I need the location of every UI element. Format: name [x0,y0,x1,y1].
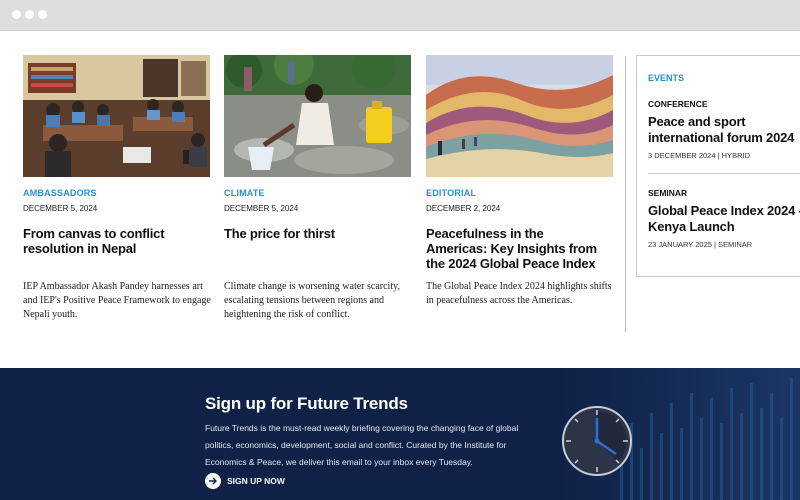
article-title[interactable]: The price for thirst [224,226,411,241]
article-card[interactable]: CLIMATE DECEMBER 5, 2024 The price for t… [224,55,411,320]
article-category[interactable]: AMBASSADORS [23,188,210,198]
event-meta: 3 DECEMBER 2024 | HYBRID [648,151,750,160]
window-dot[interactable] [38,10,47,19]
browser-window: AMBASSADORS DECEMBER 5, 2024 From canvas… [0,0,800,500]
article-date: DECEMBER 2, 2024 [426,204,501,213]
article-image-water[interactable] [224,55,411,177]
article-card[interactable]: EDITORIAL DECEMBER 2, 2024 Peacefulness … [426,55,613,306]
event-type: CONFERENCE [648,99,708,109]
article-date: DECEMBER 5, 2024 [224,204,299,213]
article-category[interactable]: EDITORIAL [426,188,613,198]
article-card[interactable]: AMBASSADORS DECEMBER 5, 2024 From canvas… [23,55,211,320]
event-meta: 23 JANUARY 2025 | SEMINAR [648,240,753,249]
article-category[interactable]: CLIMATE [224,188,411,198]
arrow-right-icon [205,473,221,489]
article-date: DECEMBER 5, 2024 [23,204,98,213]
event-item[interactable]: SEMINAR Global Peace Index 2024 - Kenya … [648,188,800,249]
event-item[interactable]: CONFERENCE Peace and sport international… [648,99,800,160]
article-description: Climate change is worsening water scarci… [224,281,400,320]
article-image-classroom[interactable] [23,55,210,177]
events-panel: EVENTS CONFERENCE Peace and sport intern… [636,55,800,277]
article-title[interactable]: Peacefulness in the Americas: Key Insigh… [426,226,606,271]
page-content: AMBASSADORS DECEMBER 5, 2024 From canvas… [0,31,800,367]
signup-description: Future Trends is the must-read weekly br… [205,423,519,467]
window-titlebar [0,0,800,31]
column-divider [625,56,626,332]
signup-title: Sign up for Future Trends [205,394,408,413]
events-heading[interactable]: EVENTS [648,73,684,83]
article-image-mountains[interactable] [426,55,613,177]
window-dot[interactable] [25,10,34,19]
article-title[interactable]: From canvas to conflict resolution in Ne… [23,226,210,256]
article-description: The Global Peace Index 2024 highlights s… [426,281,612,306]
event-divider [648,173,800,174]
signup-button[interactable]: SIGN UP NOW [205,472,285,490]
event-title[interactable]: Global Peace Index 2024 - Kenya Launch [648,203,800,235]
window-dot[interactable] [12,10,21,19]
signup-button-label: SIGN UP NOW [227,476,285,486]
event-type: SEMINAR [648,188,688,198]
event-title[interactable]: Peace and sport international forum 2024 [648,114,800,146]
article-description: IEP Ambassador Akash Pandey harnesses ar… [23,281,211,320]
newsletter-banner: Sign up for Future Trends Future Trends … [0,368,800,500]
clock-icon [562,406,632,476]
